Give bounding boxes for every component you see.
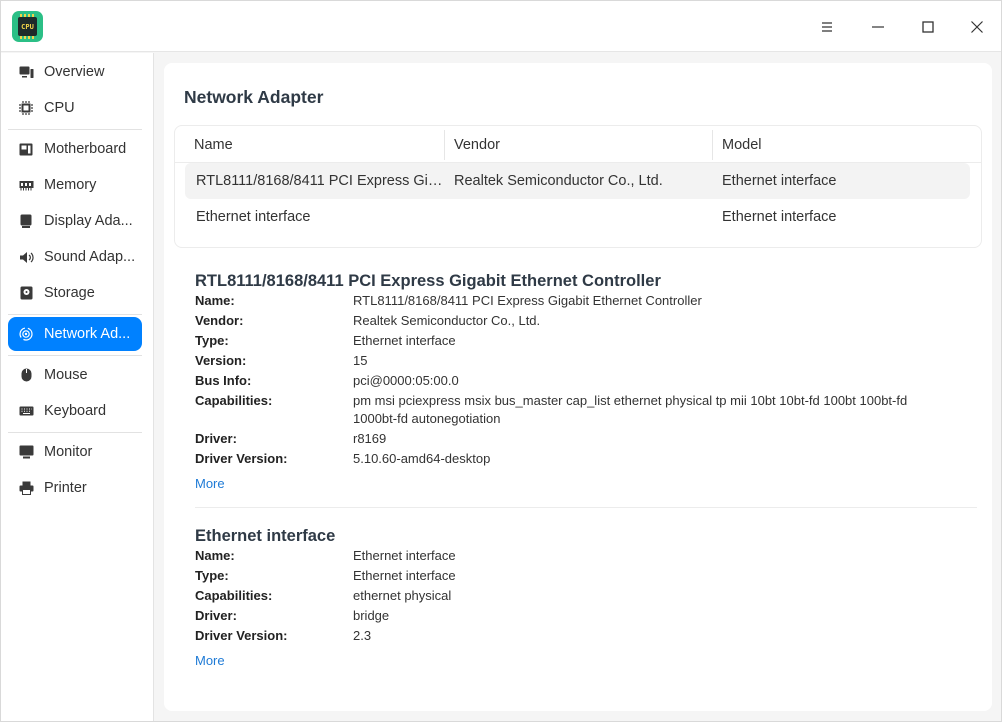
keyboard-icon bbox=[18, 403, 34, 419]
storage-icon bbox=[18, 285, 34, 301]
maximize-button[interactable] bbox=[913, 12, 943, 42]
sidebar-item-overview[interactable]: Overview bbox=[8, 55, 142, 89]
section-divider bbox=[195, 507, 977, 508]
column-resize-handle[interactable] bbox=[444, 130, 445, 160]
sidebar-item-label: Display Ada... bbox=[44, 213, 133, 229]
page-title: Network Adapter bbox=[184, 87, 324, 107]
sidebar-item-keyboard[interactable]: Keyboard bbox=[8, 394, 142, 428]
sidebar-item-mouse[interactable]: Mouse bbox=[8, 358, 142, 392]
sidebar-item-label: CPU bbox=[44, 100, 75, 116]
sidebar-item-label: Printer bbox=[44, 480, 87, 496]
sound-icon bbox=[18, 249, 34, 265]
sidebar-item-label: Network Ad... bbox=[44, 326, 131, 342]
column-header-vendor[interactable]: Vendor bbox=[454, 126, 500, 163]
printer-icon bbox=[18, 480, 34, 496]
more-link[interactable]: More bbox=[195, 653, 225, 668]
app-logo-icon: CPU bbox=[12, 11, 43, 42]
minimize-button[interactable] bbox=[863, 12, 893, 42]
sidebar-item-motherboard[interactable]: Motherboard bbox=[8, 132, 142, 166]
menu-button[interactable] bbox=[812, 12, 842, 42]
network-icon bbox=[18, 326, 34, 342]
sidebar-item-label: Monitor bbox=[44, 444, 93, 460]
sidebar-item-cpu[interactable]: CPU bbox=[8, 91, 142, 125]
memory-icon bbox=[18, 177, 34, 193]
sidebar-divider bbox=[8, 314, 142, 315]
table-row[interactable]: RTL8111/8168/8411 PCI Express Gig... Rea… bbox=[185, 163, 970, 199]
sidebar-item-label: Keyboard bbox=[44, 403, 107, 419]
table-cell-vendor: Realtek Semiconductor Co., Ltd. bbox=[454, 173, 663, 189]
sidebar-item-label: Overview bbox=[44, 64, 105, 80]
device-title: Ethernet interface bbox=[195, 527, 336, 545]
detail-row: Name: RTL8111/8168/8411 PCI Express Gigab… bbox=[195, 293, 702, 308]
overview-icon bbox=[18, 64, 34, 80]
app-window: CPU Overview CPU Motherboard Memory Disp… bbox=[0, 0, 1002, 722]
table-cell-name: Ethernet interface bbox=[196, 209, 311, 225]
sidebar: Overview CPU Motherboard Memory Display … bbox=[1, 53, 154, 721]
detail-row: Driver: bridge bbox=[195, 608, 390, 623]
detail-row: Bus Info: pci@0000:05:00.0 bbox=[195, 373, 459, 388]
sidebar-item-label: Storage bbox=[44, 285, 95, 301]
sidebar-divider bbox=[8, 129, 142, 130]
sidebar-item-monitor[interactable]: Monitor bbox=[8, 435, 142, 469]
sidebar-item-label: Memory bbox=[44, 177, 97, 193]
detail-row: Driver Version: 2.3 bbox=[195, 628, 372, 643]
sidebar-item-sound-adapter[interactable]: Sound Adap... bbox=[8, 240, 142, 274]
sidebar-divider bbox=[8, 432, 142, 433]
sidebar-item-storage[interactable]: Storage bbox=[8, 276, 142, 310]
detail-row: Capabilities: ethernet physical bbox=[195, 588, 452, 603]
detail-row: Version: 15 bbox=[195, 353, 368, 368]
monitor-icon bbox=[18, 444, 34, 460]
column-header-name[interactable]: Name bbox=[194, 126, 233, 163]
mouse-icon bbox=[18, 367, 34, 383]
detail-row: Vendor: Realtek Semiconductor Co., Ltd. bbox=[195, 313, 541, 328]
maximize-icon bbox=[922, 21, 934, 33]
more-link[interactable]: More bbox=[195, 476, 225, 491]
table-cell-vendor bbox=[454, 199, 709, 235]
display-adapter-icon bbox=[18, 213, 34, 229]
sidebar-divider bbox=[8, 355, 142, 356]
detail-row: Driver: r8169 bbox=[195, 431, 387, 446]
minimize-icon bbox=[872, 26, 884, 28]
close-button[interactable] bbox=[962, 12, 992, 42]
detail-row: Driver Version: 5.10.60-amd64-desktop bbox=[195, 451, 491, 466]
sidebar-item-printer[interactable]: Printer bbox=[8, 471, 142, 505]
sidebar-item-label: Motherboard bbox=[44, 141, 127, 157]
column-header-model[interactable]: Model bbox=[722, 126, 762, 163]
table-header: Name Vendor Model bbox=[175, 126, 981, 163]
sidebar-item-label: Sound Adap... bbox=[44, 249, 136, 265]
menu-icon bbox=[822, 22, 832, 32]
cpu-icon bbox=[18, 100, 34, 116]
app-logo-text: CPU bbox=[18, 17, 37, 36]
device-table: Name Vendor Model RTL8111/8168/8411 PCI … bbox=[174, 125, 982, 248]
table-cell-model: Ethernet interface bbox=[722, 209, 837, 225]
detail-row: Type: Ethernet interface bbox=[195, 333, 456, 348]
close-icon bbox=[971, 21, 983, 33]
table-cell-model: Ethernet interface bbox=[722, 173, 837, 189]
sidebar-item-network-adapter[interactable]: Network Ad... bbox=[8, 317, 142, 351]
sidebar-item-memory[interactable]: Memory bbox=[8, 168, 142, 202]
detail-row: Name: Ethernet interface bbox=[195, 548, 456, 563]
sidebar-item-label: Mouse bbox=[44, 367, 88, 383]
motherboard-icon bbox=[18, 141, 34, 157]
title-bar: CPU bbox=[1, 1, 1001, 52]
device-title: RTL8111/8168/8411 PCI Express Gigabit Et… bbox=[195, 272, 661, 290]
column-resize-handle[interactable] bbox=[712, 130, 713, 160]
table-row[interactable]: Ethernet interface Ethernet interface bbox=[185, 199, 970, 235]
device-detail-section: RTL8111/8168/8411 PCI Express Gigabit Et… bbox=[195, 270, 985, 493]
table-cell-name: RTL8111/8168/8411 PCI Express Gig... bbox=[196, 173, 444, 189]
main-panel: Network Adapter Name Vendor Model RTL811… bbox=[164, 63, 992, 711]
detail-row: Capabilities: pm msi pciexpress msix bus_… bbox=[195, 393, 908, 426]
device-detail-section: Ethernet interface Name: Ethernet interfa… bbox=[195, 525, 985, 670]
sidebar-item-display-adapter[interactable]: Display Ada... bbox=[8, 204, 142, 238]
detail-row: Type: Ethernet interface bbox=[195, 568, 456, 583]
